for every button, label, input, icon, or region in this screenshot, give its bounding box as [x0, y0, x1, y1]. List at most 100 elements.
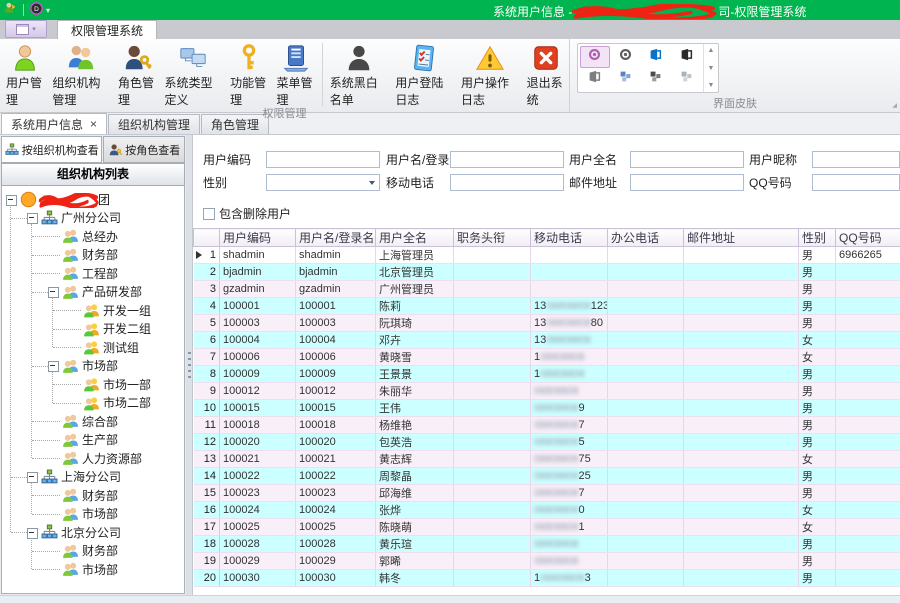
- tree-item-市场一部[interactable]: 市场一部: [2, 375, 184, 394]
- ribbon-button-gold-key[interactable]: 功能管理: [226, 41, 272, 108]
- column-header-用户名/登录名[interactable]: 用户名/登录名: [296, 229, 376, 247]
- ribbon-tab-permissions[interactable]: 权限管理系统: [57, 20, 157, 39]
- view-button-role-view[interactable]: 按角色查看: [103, 136, 185, 163]
- table-row[interactable]: 1shadminshadmin上海管理员男6966265: [194, 247, 900, 264]
- column-header-邮件地址[interactable]: 邮件地址: [684, 229, 799, 247]
- ribbon-button-silhouette[interactable]: 系统黑白名单: [326, 41, 392, 108]
- table-row[interactable]: 2bjadminbjadmin北京管理员男: [194, 264, 900, 281]
- table-row[interactable]: 16100024100024张烨088088080女: [194, 502, 900, 519]
- gender-select[interactable]: [266, 174, 380, 191]
- tree-item-市场部[interactable]: 市场部: [2, 560, 184, 579]
- 用户名/登录名-input[interactable]: [450, 151, 564, 168]
- 用户昵称-input[interactable]: [812, 151, 900, 168]
- tree-collapse-icon[interactable]: [27, 213, 38, 224]
- tree-collapse-icon[interactable]: [27, 528, 38, 539]
- table-row[interactable]: 4100001100001陈莉1308808808123男: [194, 298, 900, 315]
- ribbon-button-user-manage[interactable]: 用户管理: [2, 41, 48, 108]
- column-header-移动电话[interactable]: 移动电话: [531, 229, 608, 247]
- view-button-org-chart[interactable]: 按组织机构查看: [1, 136, 102, 163]
- skin-devexpress-circle-button[interactable]: [580, 46, 610, 68]
- tree-item-市场部[interactable]: 市场部: [2, 505, 184, 524]
- 用户编码-input[interactable]: [266, 151, 380, 168]
- column-header-办公电话[interactable]: 办公电话: [608, 229, 684, 247]
- ribbon-button-monitors[interactable]: 系统类型定义: [160, 41, 226, 108]
- tree-collapse-icon[interactable]: [27, 472, 38, 483]
- table-row[interactable]: 17100025100025陈晓萌088088081女: [194, 519, 900, 536]
- table-row[interactable]: 6100004100004邓卉1308808808女: [194, 332, 900, 349]
- table-row[interactable]: 10100015100015王伟088088089男: [194, 400, 900, 417]
- tree-item-广州分公司[interactable]: 广州分公司: [2, 209, 184, 228]
- view-button-label: 按组织机构查看: [22, 142, 99, 158]
- ribbon-button-checklist[interactable]: 用户登陆日志: [391, 41, 457, 108]
- tree-item-上海分公司[interactable]: 上海分公司: [2, 468, 184, 487]
- column-header-性别[interactable]: 性别: [799, 229, 836, 247]
- full-name-cell: 张烨: [376, 502, 454, 519]
- column-header-职务头衔[interactable]: 职务头衔: [454, 229, 531, 247]
- 移动电话-input[interactable]: [450, 174, 564, 191]
- tree-collapse-icon[interactable]: [48, 361, 59, 372]
- 用户全名-input[interactable]: [630, 151, 744, 168]
- gallery-scroll-down-icon[interactable]: ▼: [708, 65, 715, 72]
- tree-item-工程部[interactable]: 工程部: [2, 264, 184, 283]
- table-row[interactable]: 9100012100012朱丽华08808808男: [194, 383, 900, 400]
- table-row[interactable]: 20100030100030韩冬1088088083男: [194, 570, 900, 587]
- column-header-用户全名[interactable]: 用户全名: [376, 229, 454, 247]
- ribbon-button-menu-device[interactable]: 菜单管理: [273, 41, 319, 108]
- tree-item-市场二部[interactable]: 市场二部: [2, 394, 184, 413]
- ribbon-button-role-key[interactable]: 角色管理: [114, 41, 160, 108]
- table-row[interactable]: 12100020100020包英浩088088085男: [194, 434, 900, 451]
- skin-office-black-button[interactable]: [672, 46, 702, 68]
- skin-dark-circle-button[interactable]: [611, 46, 641, 68]
- panel-splitter[interactable]: [186, 135, 193, 595]
- devexpress-logo-icon[interactable]: D: [30, 2, 43, 18]
- qat-dropdown-icon[interactable]: ▾: [46, 6, 50, 15]
- tree-item-财务部[interactable]: 财务部: [2, 486, 184, 505]
- skin-office-blue-button[interactable]: [641, 46, 671, 68]
- tree-guide: [32, 569, 60, 570]
- skin-office-gray-button[interactable]: [580, 69, 610, 91]
- tree-item-财务部[interactable]: 财务部: [2, 542, 184, 561]
- row-indicator-header[interactable]: [194, 229, 220, 247]
- table-row[interactable]: 11100018100018杨维艳088088087男: [194, 417, 900, 434]
- column-header-QQ号码[interactable]: QQ号码: [836, 229, 900, 247]
- tree-collapse-icon[interactable]: [48, 287, 59, 298]
- tree-item-root[interactable]: 团: [2, 190, 184, 209]
- QQ号码-input[interactable]: [812, 174, 900, 191]
- app-menu-button[interactable]: ▾: [5, 20, 47, 38]
- tree-item-北京分公司[interactable]: 北京分公司: [2, 523, 184, 542]
- gallery-scroll-up-icon[interactable]: ▲: [708, 47, 715, 54]
- table-row[interactable]: 19100029100029郭晞08808808男: [194, 553, 900, 570]
- tree-item-测试组[interactable]: 测试组: [2, 338, 184, 357]
- ribbon-button-exit[interactable]: 退出系统: [523, 41, 569, 108]
- include-deleted-checkbox[interactable]: [203, 208, 215, 220]
- checklist-icon: [409, 43, 439, 73]
- table-row[interactable]: 7100006100006黄晓雪108808808女: [194, 349, 900, 366]
- tree-item-市场部[interactable]: 市场部: [2, 357, 184, 376]
- gallery-expand-icon[interactable]: ▼: [708, 82, 715, 89]
- table-row[interactable]: 8100009100009王景景108808808男: [194, 366, 900, 383]
- tree-item-总经办[interactable]: 总经办: [2, 227, 184, 246]
- table-row[interactable]: 14100022100022周黎晶0880880825男: [194, 468, 900, 485]
- column-header-用户编码[interactable]: 用户编码: [220, 229, 296, 247]
- tree-collapse-icon[interactable]: [6, 195, 17, 206]
- table-row[interactable]: 3gzadmingzadmin广州管理员男: [194, 281, 900, 298]
- tree-item-开发一组[interactable]: 开发一组: [2, 301, 184, 320]
- table-row[interactable]: 18100028100028黄乐瑄08808808男: [194, 536, 900, 553]
- tree-item-财务部[interactable]: 财务部: [2, 246, 184, 265]
- tree-item-开发二组[interactable]: 开发二组: [2, 320, 184, 339]
- skin-blocks-gray-button[interactable]: [672, 69, 702, 91]
- ribbon-button-warning[interactable]: 用户操作日志: [457, 41, 523, 108]
- 邮件地址-input[interactable]: [630, 174, 744, 191]
- ribbon-button-org-users[interactable]: 组织机构管理: [48, 41, 114, 108]
- dialog-launcher-icon[interactable]: ◢: [892, 103, 897, 109]
- tree-item-产品研发部[interactable]: 产品研发部: [2, 283, 184, 302]
- tree-item-生产部[interactable]: 生产部: [2, 431, 184, 450]
- login-name-cell: 100030: [296, 570, 376, 587]
- skin-blocks-dark-button[interactable]: [641, 69, 671, 91]
- table-row[interactable]: 15100023100023邱海维088088087男: [194, 485, 900, 502]
- table-row[interactable]: 5100003100003阮琪琦130880880880男: [194, 315, 900, 332]
- table-row[interactable]: 13100021100021黄志辉0880880875女: [194, 451, 900, 468]
- tree-item-人力资源部[interactable]: 人力资源部: [2, 449, 184, 468]
- skin-blocks-blue-button[interactable]: [611, 69, 641, 91]
- tree-item-综合部[interactable]: 综合部: [2, 412, 184, 431]
